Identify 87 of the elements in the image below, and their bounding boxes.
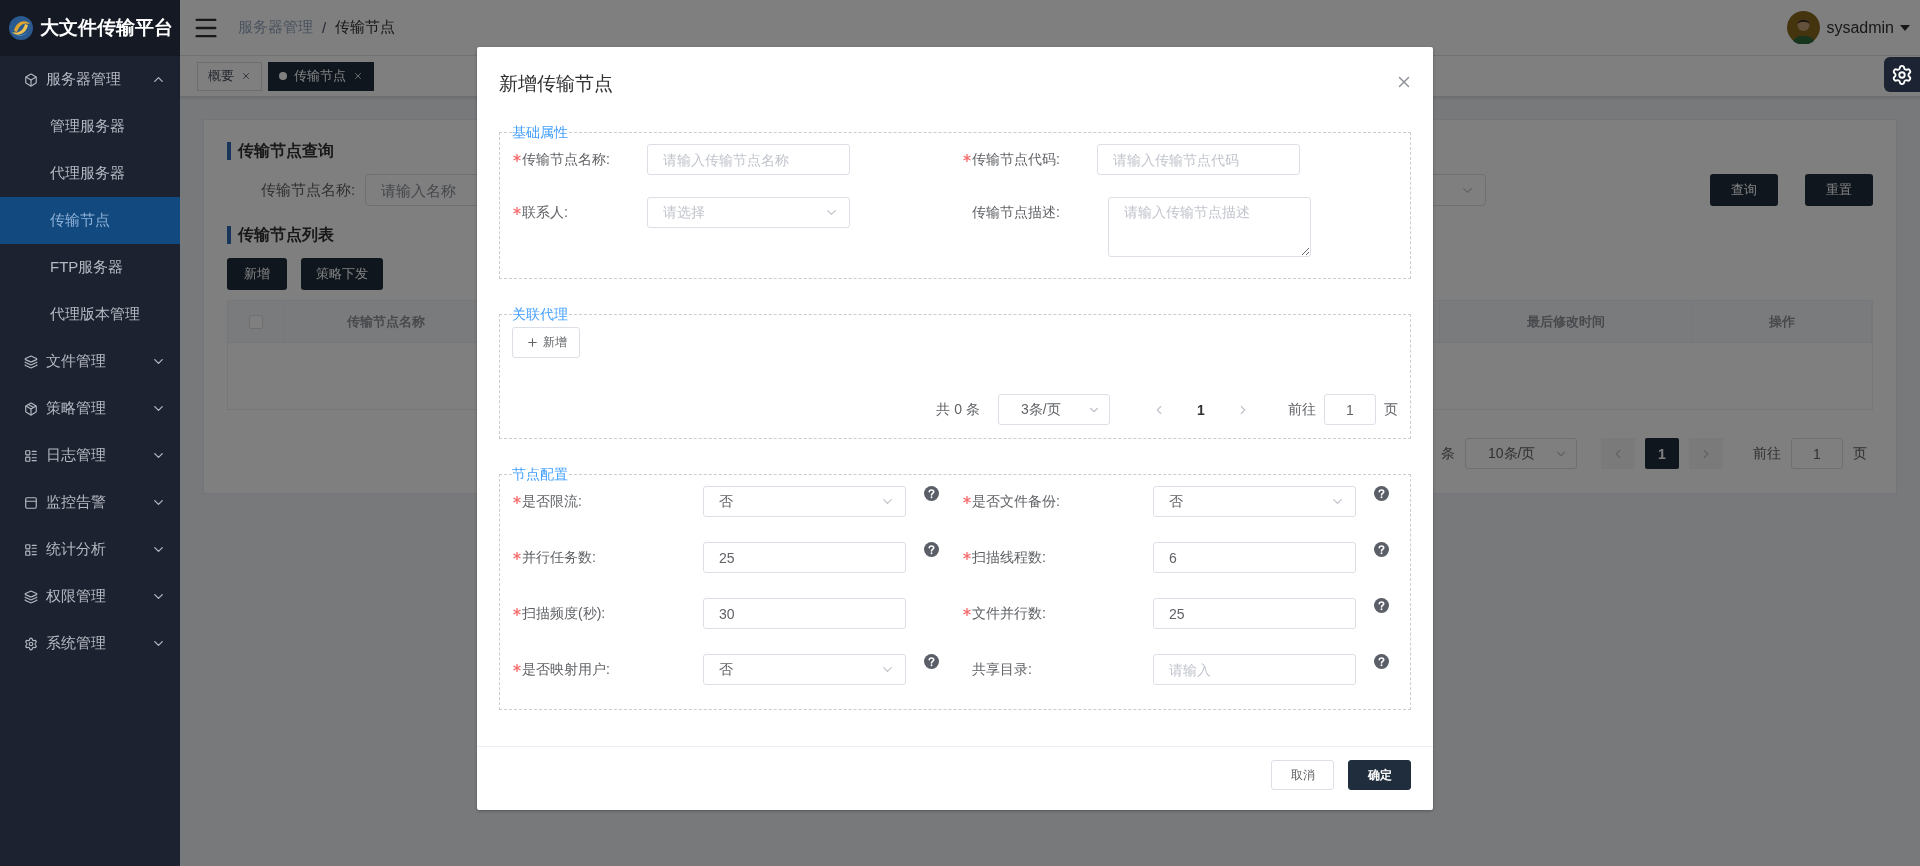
layers-icon — [24, 354, 38, 369]
sidebar-item[interactable]: 系统管理 — [0, 620, 180, 667]
input-field[interactable]: 25 — [703, 542, 906, 573]
sidebar-subitem[interactable]: FTP服务器 — [0, 244, 180, 291]
total-count: 共 0 条 — [936, 400, 980, 419]
input-field[interactable]: 30 — [703, 598, 906, 629]
total-count: 条 — [1441, 444, 1455, 463]
dialog-title: 新增传输节点 — [499, 72, 613, 96]
breadcrumb-separator: / — [322, 19, 327, 36]
field-label: 传输节点描述: — [972, 203, 1060, 222]
help-icon[interactable] — [924, 542, 939, 557]
field-label: 共享目录: — [972, 660, 1032, 679]
sidebar-item[interactable]: 统计分析 — [0, 526, 180, 573]
select-field[interactable]: 否 — [703, 486, 906, 517]
help-icon[interactable] — [1374, 598, 1389, 613]
sidebar-item[interactable]: 策略管理 — [0, 385, 180, 432]
dot-icon — [279, 72, 287, 80]
page-number[interactable]: 1 — [1184, 394, 1218, 425]
sidebar-item[interactable]: 服务器管理 — [0, 56, 180, 103]
help-icon[interactable] — [924, 486, 939, 501]
dialog-button[interactable]: 确定 — [1348, 760, 1411, 790]
page-input[interactable]: 1 — [1324, 394, 1376, 425]
toolbar-button[interactable]: 策略下发 — [301, 258, 383, 290]
toolbar-button[interactable]: 新增 — [227, 258, 287, 290]
plus-icon — [525, 336, 539, 349]
logo-icon — [8, 15, 34, 41]
page-number[interactable]: 1 — [1645, 438, 1679, 469]
field-label: 是否映射用户: — [522, 660, 610, 679]
sidebar-subitem[interactable]: 传输节点 — [0, 197, 180, 244]
field-label: 扫描线程数: — [972, 548, 1046, 567]
dialog-button[interactable]: 取消 — [1271, 760, 1334, 790]
page-tab[interactable]: 概要 — [197, 61, 262, 91]
gear-icon — [24, 636, 38, 651]
layers-icon — [24, 589, 38, 604]
sidebar-item[interactable]: 日志管理 — [0, 432, 180, 479]
section-legend: 关联代理 — [512, 306, 568, 322]
page-size-select[interactable]: 3条/页 — [998, 394, 1110, 425]
add-button[interactable]: 新增 — [512, 327, 580, 358]
input-field[interactable]: 请输入 — [1153, 654, 1356, 685]
page-suffix: 页 — [1853, 444, 1867, 463]
field-label: 文件并行数: — [972, 604, 1046, 623]
close-icon[interactable] — [241, 71, 251, 81]
avatar[interactable] — [1787, 11, 1821, 44]
help-icon[interactable] — [1374, 486, 1389, 501]
sidebar-item[interactable]: 权限管理 — [0, 573, 180, 620]
select-field[interactable]: 否 — [1153, 486, 1356, 517]
package-icon — [24, 401, 38, 416]
query-button[interactable]: 重置 — [1805, 174, 1873, 206]
sidebar-item[interactable]: 监控告警 — [0, 479, 180, 526]
field-label: 是否文件备份: — [972, 492, 1060, 511]
section-legend: 节点配置 — [512, 466, 568, 482]
goto-label: 前往 — [1288, 400, 1316, 419]
list-icon — [24, 542, 38, 557]
sidebar-item[interactable]: 文件管理 — [0, 338, 180, 385]
textarea-field[interactable]: 请输入传输节点描述 — [1108, 197, 1311, 257]
field-label: 联系人: — [522, 203, 568, 222]
input-field[interactable]: 25 — [1153, 598, 1356, 629]
select-field[interactable]: 否 — [703, 654, 906, 685]
help-icon[interactable] — [1374, 654, 1389, 669]
input-field[interactable]: 请输入传输节点名称 — [647, 144, 850, 175]
input-field[interactable]: 6 — [1153, 542, 1356, 573]
field-label: 是否限流: — [522, 492, 582, 511]
sidebar-subitem[interactable]: 管理服务器 — [0, 103, 180, 150]
gear-icon — [1891, 63, 1913, 86]
close-icon[interactable] — [353, 71, 363, 81]
settings-button[interactable] — [1884, 57, 1920, 92]
breadcrumb-item[interactable]: 传输节点 — [335, 18, 396, 37]
field-label: 扫描频度(秒): — [522, 604, 606, 623]
app-title: 大文件传输平台 — [40, 16, 173, 40]
goto-label: 前往 — [1753, 444, 1781, 463]
query-button[interactable]: 查询 — [1710, 174, 1778, 206]
user-name[interactable]: sysadmin — [1826, 18, 1894, 37]
page-tab[interactable]: 传输节点 — [268, 61, 374, 91]
help-icon[interactable] — [924, 654, 939, 669]
sidebar-subitem[interactable]: 代理服务器 — [0, 150, 180, 197]
panel-icon — [24, 495, 38, 510]
section-legend: 基础属性 — [512, 124, 568, 140]
help-icon[interactable] — [1374, 542, 1389, 557]
list-icon — [24, 448, 38, 463]
caret-icon[interactable] — [1900, 24, 1910, 31]
input-field[interactable]: 请输入传输节点代码 — [1097, 144, 1300, 175]
field-label: 传输节点名称: — [261, 180, 356, 200]
page-size-select[interactable]: 10条/页 — [1465, 438, 1577, 469]
field-label: 并行任务数: — [522, 548, 596, 567]
page-suffix: 页 — [1384, 400, 1398, 419]
sidebar-subitem[interactable]: 代理版本管理 — [0, 291, 180, 338]
box-icon — [24, 72, 38, 87]
